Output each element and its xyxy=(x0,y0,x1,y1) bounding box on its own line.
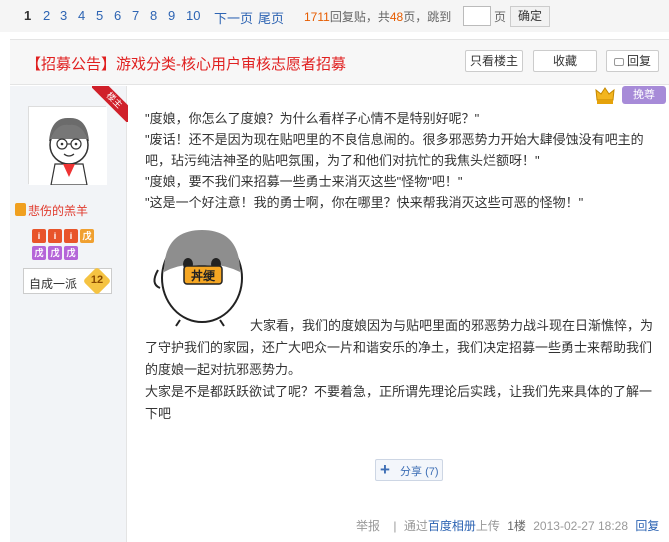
badge-icon[interactable]: 戊 xyxy=(64,246,78,260)
post-tools: 挽尊 xyxy=(594,84,669,104)
post-paragraph: 大家看，我们的度娘因为与贴吧里面的邪恶势力战斗现在日渐憔悴，为了守护我们的家园，… xyxy=(145,318,654,377)
only-op-button[interactable]: 只看楼主 xyxy=(465,50,523,72)
plus-icon: + xyxy=(380,460,390,479)
page-4[interactable]: 4 xyxy=(78,8,85,23)
page-unit: 页 xyxy=(494,10,507,24)
post-line: 吧，玷污纯洁神圣的贴吧氛围，为了和他们对抗忙的我焦头烂额呀！" xyxy=(145,153,540,168)
last-page-link[interactable]: 尾页 xyxy=(258,8,284,27)
reply-info: 1711回复贴，共48页，跳到 xyxy=(304,8,451,25)
author-panel: 楼主 悲伤的羔羊 i i i 戊戊戊戊 自成一派 12 xyxy=(10,86,128,542)
jump-confirm-button[interactable]: 确定 xyxy=(510,6,550,27)
badge-icon[interactable]: i xyxy=(64,229,78,243)
speech-bubble-icon xyxy=(613,58,624,66)
post-content: "度娘，你怎么了度娘？为什么看样子心情不是特别好呢？" "废话！还不是因为现在贴… xyxy=(145,108,665,213)
emoticon-text: 丼绠 xyxy=(191,268,216,283)
favorite-button[interactable]: 收藏 xyxy=(533,50,597,72)
post-paragraph: 大家是不是都跃跃欲试了呢？不要着急，正所谓先理论后实践，让我们先来具体的了解一下… xyxy=(145,384,653,421)
author-name[interactable]: 悲伤的羔羊 xyxy=(28,202,88,219)
album-link[interactable]: 百度相册 xyxy=(428,519,476,533)
badge-icon[interactable]: 戊 xyxy=(48,246,62,260)
page-8[interactable]: 8 xyxy=(150,8,157,23)
reply-button-label: 回复 xyxy=(626,54,651,68)
badge-list: i i i 戊戊戊戊 xyxy=(32,228,106,262)
zun-button[interactable]: 挽尊 xyxy=(622,86,666,104)
avatar-image xyxy=(29,107,107,186)
page-count: 48 xyxy=(389,10,404,24)
page-5[interactable]: 5 xyxy=(96,8,103,23)
reply-button[interactable]: 回复 xyxy=(606,50,659,72)
footer-separator: | xyxy=(393,519,397,533)
floor-number: 1楼 xyxy=(507,519,526,533)
level-number: 12 xyxy=(90,274,104,286)
post-line: "这是一个好注意！我的勇士啊，你在哪里？快来帮我消灭这些可恶的怪物！" xyxy=(145,195,584,210)
post-time: 2013-02-27 18:28 xyxy=(533,519,628,533)
badge-icon[interactable]: i xyxy=(32,229,46,243)
reply-label: 回复贴，共 xyxy=(329,10,390,24)
crown-icon[interactable] xyxy=(594,84,616,106)
page-1: 1 xyxy=(24,8,32,23)
badge-icon[interactable]: 戊 xyxy=(32,246,46,260)
post-line: "废话！还不是因为现在贴吧里的不良信息闹的。很多邪恶势力开始大肆侵蚀没有吧主的 xyxy=(145,132,644,147)
badge-icon[interactable]: 戊 xyxy=(80,229,94,243)
pager: 1 2 3 4 5 6 7 8 9 10 下一页 尾页 1711回复贴，共48页… xyxy=(0,0,669,32)
page-3[interactable]: 3 xyxy=(60,8,67,23)
via-label: 通过 xyxy=(403,519,428,533)
post-body: 大家看，我们的度娘因为与贴吧里面的邪恶势力战斗现在日渐憔悴，为了守护我们的家园，… xyxy=(145,315,660,425)
footer-reply-link[interactable]: 回复 xyxy=(635,519,659,533)
page-10[interactable]: 10 xyxy=(186,8,200,23)
reply-count: 1711 xyxy=(304,10,330,24)
level-badge[interactable]: 自成一派 12 xyxy=(23,266,112,296)
post-footer: 举报 | 通过百度相册上传 1楼 2013-02-27 18:28 回复 xyxy=(356,517,659,534)
avatar[interactable] xyxy=(28,106,107,186)
page-6[interactable]: 6 xyxy=(114,8,121,23)
thread-title: 【招募公告】游戏分类-核心用户审核志愿者招募 xyxy=(26,56,346,73)
thread-title-bar: 【招募公告】游戏分类-核心用户审核志愿者招募 只看楼主 收藏 回复 xyxy=(10,39,669,85)
level-name: 自成一派 xyxy=(29,277,78,291)
share-count: (7) xyxy=(425,466,439,478)
share-button[interactable]: + 分享 (7) xyxy=(375,459,443,481)
page-9[interactable]: 9 xyxy=(168,8,175,23)
next-page-link[interactable]: 下一页 xyxy=(214,8,253,27)
member-icon xyxy=(15,203,26,216)
page-2[interactable]: 2 xyxy=(43,8,50,23)
page-label: 页，跳到 xyxy=(403,10,452,24)
upload-label: 上传 xyxy=(475,519,500,533)
post-line: "度娘，要不我们来招募一些勇士来消灭这些"怪物"吧！" xyxy=(145,174,463,189)
post-line: "度娘，你怎么了度娘？为什么看样子心情不是特别好呢？" xyxy=(145,111,480,126)
share-label: 分享 xyxy=(400,466,422,478)
report-link[interactable]: 举报 xyxy=(356,519,380,533)
emoticon-image: 丼绠 xyxy=(153,230,243,327)
jump-page-input[interactable] xyxy=(463,6,491,26)
page-7[interactable]: 7 xyxy=(132,8,139,23)
badge-icon[interactable]: i xyxy=(48,229,62,243)
